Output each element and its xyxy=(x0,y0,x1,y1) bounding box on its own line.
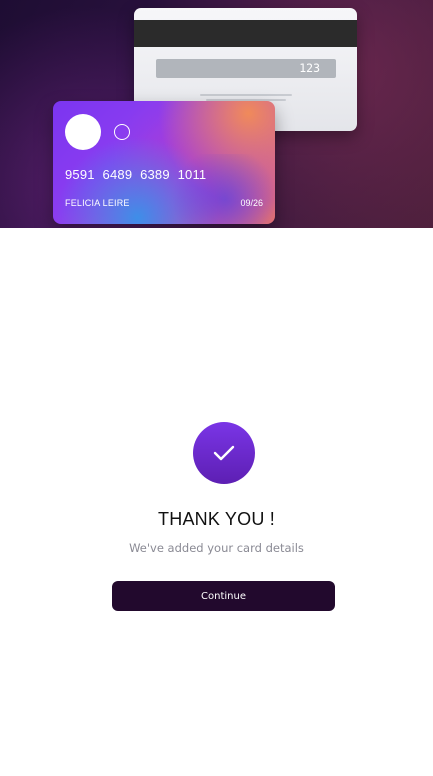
card-back-fine-print xyxy=(200,94,292,96)
card-number: 9591 6489 6389 1011 xyxy=(65,167,207,182)
card-logo-ring-icon xyxy=(114,124,130,140)
success-message: We've added your card details xyxy=(129,541,304,555)
card-front-illustration: 9591 6489 6389 1011 FELICIA LEIRE 09/26 xyxy=(53,101,275,224)
cvv-number: 123 xyxy=(299,61,320,75)
signature-strip: 123 xyxy=(156,59,336,78)
card-logo-circle-icon xyxy=(65,114,101,150)
page-title: THANK YOU ! xyxy=(158,509,275,529)
magnetic-strip xyxy=(134,20,357,47)
continue-button[interactable]: Continue xyxy=(112,581,335,611)
hero-banner: 123 9591 6489 6389 1011 FELICIA LEIRE 09… xyxy=(0,0,433,228)
card-expiry-date: 09/26 xyxy=(240,198,263,208)
success-checkmark-icon xyxy=(193,422,255,484)
card-holder-name: FELICIA LEIRE xyxy=(65,198,130,208)
checkmark-icon xyxy=(213,445,235,461)
